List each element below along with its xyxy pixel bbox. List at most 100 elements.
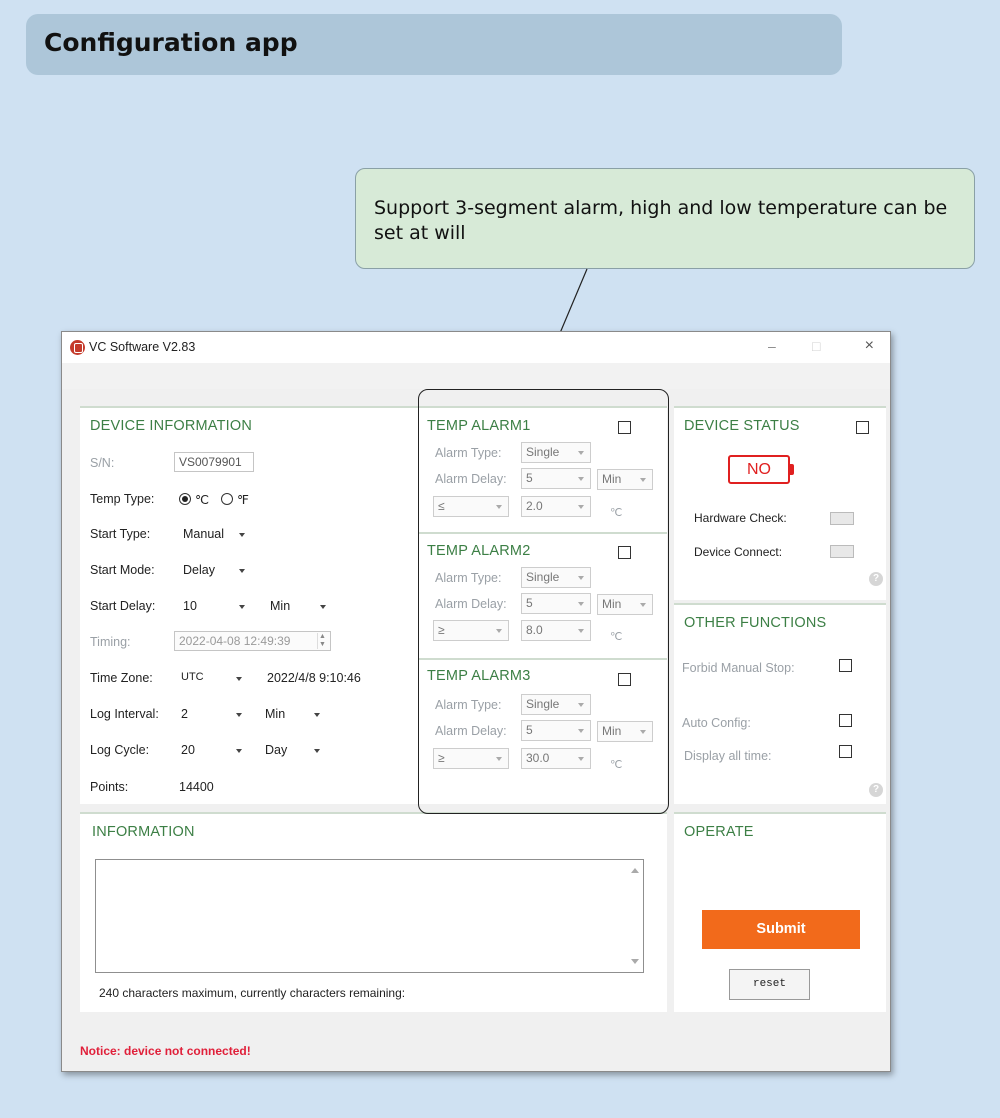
hardware-check-indicator [830,512,854,525]
start-type-value: Manual [183,527,224,541]
alarm-2-delay-unit-select[interactable]: Min [597,594,653,615]
start-delay-value: 10 [183,599,197,613]
alarm-1-threshold: 2.0 [526,499,543,513]
alarm-3-delay-unit-select[interactable]: Min [597,721,653,742]
close-button[interactable]: × [865,337,874,355]
start-delay-unit: Min [270,599,291,613]
start-delay-label: Start Delay: [90,599,156,613]
device-connect-indicator [830,545,854,558]
scroll-up-icon[interactable] [631,868,639,873]
app-logo-icon [70,340,85,355]
alarm-3-threshold-select[interactable]: 30.0 [521,748,591,769]
points-value: 14400 [179,780,214,794]
device-status-checkbox[interactable] [856,421,869,434]
divider [419,658,667,660]
alarm-2-type-value: Single [526,570,560,584]
device-status-heading: DEVICE STATUS [684,418,800,434]
auto-config-checkbox[interactable] [839,714,852,727]
alarm-2-operator-select[interactable]: ≥ [433,620,509,641]
alarm-1-type-select[interactable]: Single [521,442,591,463]
help-icon[interactable]: ? [869,783,883,797]
start-mode-value: Delay [183,563,215,577]
minimize-button[interactable]: – [768,338,776,354]
temp-c-radio[interactable] [179,493,191,505]
alarm-2-delay-label: Alarm Delay: [435,597,507,611]
temp-f-label: ℉ [237,493,249,507]
window-title: VC Software V2.83 [89,340,196,354]
timing-value: 2022-04-08 12:49:39 [179,634,291,648]
spinner-icon[interactable]: ▲ ▼ [317,633,327,649]
chevron-down-icon [320,605,326,609]
information-textarea[interactable] [95,859,644,973]
points-label: Points: [90,780,129,794]
chevron-down-icon [314,713,320,717]
chevron-down-icon [640,603,646,607]
callout-text: Support 3-segment alarm, high and low te… [374,197,948,244]
reset-button[interactable]: reset [729,969,810,1000]
alarm-3-type-select[interactable]: Single [521,694,591,715]
alarm-3-delay-select[interactable]: 5 [521,720,591,741]
submit-button[interactable]: Submit [702,910,860,949]
alarm-3-threshold: 30.0 [526,751,550,765]
help-icon[interactable]: ? [869,572,883,586]
temp-alarm-2-checkbox[interactable] [618,546,631,559]
temp-alarm-3-checkbox[interactable] [618,673,631,686]
status-notice: Notice: device not connected! [80,1044,251,1058]
chevron-down-icon [578,477,584,481]
alarm-1-operator: ≤ [438,499,445,513]
chevron-down-icon [236,677,242,681]
alarm-2-threshold: 8.0 [526,623,543,637]
start-type-label: Start Type: [90,527,151,541]
alarm-1-delay-select[interactable]: 5 [521,468,591,489]
log-cycle-value: 20 [181,743,195,757]
alarm-3-delay-label: Alarm Delay: [435,724,507,738]
chevron-down-icon [239,533,245,537]
log-cycle-label: Log Cycle: [90,743,150,757]
maximize-button[interactable]: □ [812,338,820,354]
alarm-3-operator-select[interactable]: ≥ [433,748,509,769]
alarm-2-type-label: Alarm Type: [435,571,502,585]
alarm-1-delay-unit-select[interactable]: Min [597,469,653,490]
title-bar[interactable]: VC Software V2.83 – □ × [62,332,890,363]
chevron-down-icon [236,749,242,753]
alarm-1-threshold-select[interactable]: 2.0 [521,496,591,517]
start-mode-label: Start Mode: [90,563,155,577]
information-footer: 240 characters maximum, currently charac… [99,986,406,1000]
display-all-time-checkbox[interactable] [839,745,852,758]
forbid-manual-stop-label: Forbid Manual Stop: [682,661,795,675]
hardware-check-label: Hardware Check: [694,511,787,525]
time-zone-label: Time Zone: [90,671,153,685]
alarm-3-type-value: Single [526,697,560,711]
operate-panel: OPERATE Submit reset [674,812,886,1012]
alarm-1-delay-unit: Min [602,472,622,486]
alarm-2-type-select[interactable]: Single [521,567,591,588]
other-functions-heading: OTHER FUNCTIONS [684,615,827,631]
alarm-1-delay-label: Alarm Delay: [435,472,507,486]
alarm-2-delay-select[interactable]: 5 [521,593,591,614]
alarm-2-threshold-select[interactable]: 8.0 [521,620,591,641]
temp-f-radio[interactable] [221,493,233,505]
temp-alarm-1-checkbox[interactable] [618,421,631,434]
device-information-heading: DEVICE INFORMATION [90,418,253,434]
log-interval-unit: Min [265,707,286,721]
sn-field[interactable]: VS0079901 [174,452,254,472]
chevron-down-icon [496,757,502,761]
alarm-3-unit: ℃ [610,759,623,771]
auto-config-label: Auto Config: [682,716,751,730]
forbid-manual-stop-checkbox[interactable] [839,659,852,672]
chevron-down-icon [239,569,245,573]
alarm-1-operator-select[interactable]: ≤ [433,496,509,517]
chevron-down-icon [496,505,502,509]
banner: Configuration app [26,14,842,75]
temp-type-label: Temp Type: [90,492,155,506]
alarm-1-unit: ℃ [610,507,623,519]
toolbar-strip [62,363,890,389]
chevron-down-icon [236,713,242,717]
chevron-down-icon [578,602,584,606]
temp-alarm-2-heading: TEMP ALARM2 [427,543,531,559]
timing-field[interactable]: 2022-04-08 12:49:39 ▲ ▼ [174,631,331,651]
scroll-down-icon[interactable] [631,959,639,964]
chevron-down-icon [314,749,320,753]
display-all-time-label: Display all time: [684,749,772,763]
alarm-2-delay-value: 5 [526,596,533,610]
